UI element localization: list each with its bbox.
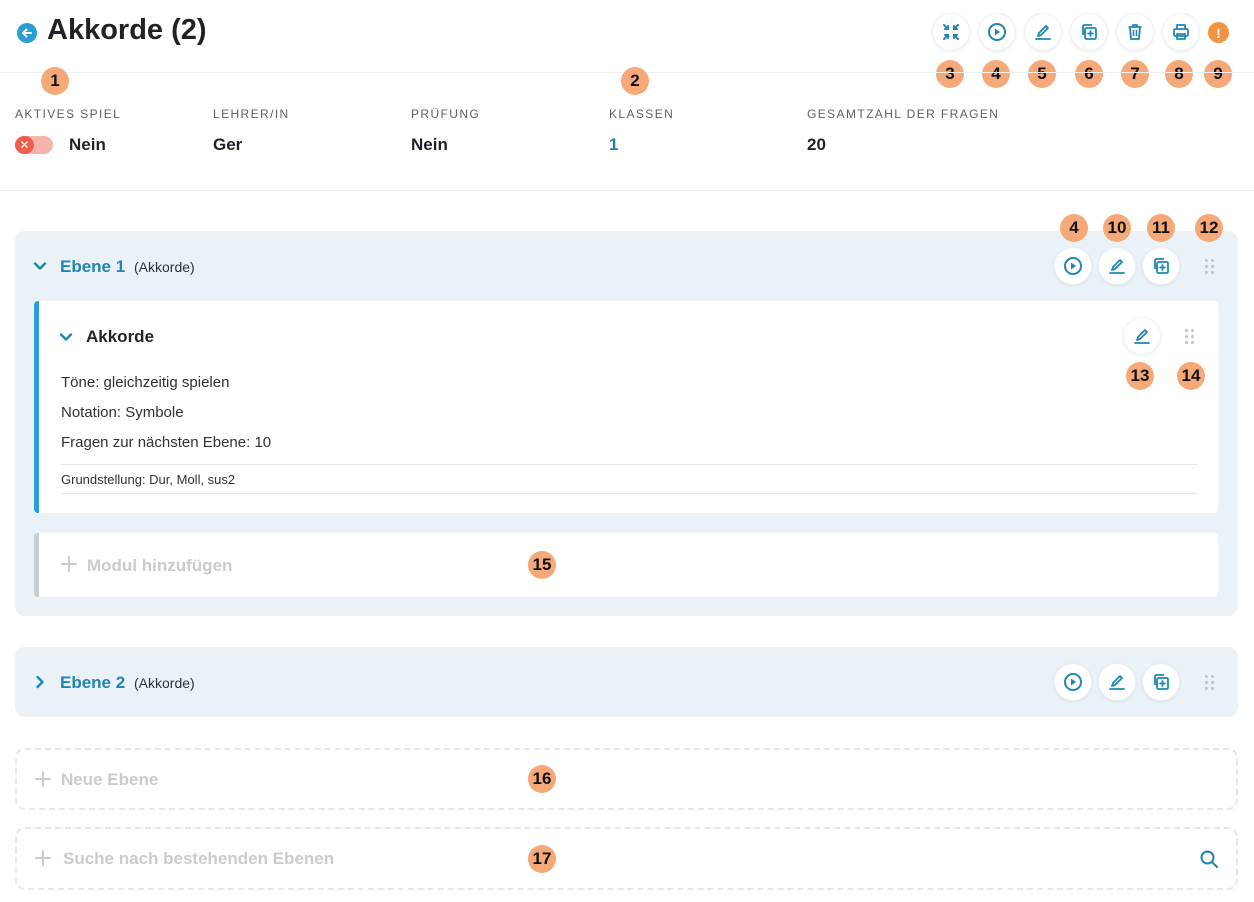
annotation-badge: 4 [982, 60, 1010, 88]
level-duplicate-button[interactable] [1142, 247, 1180, 285]
exam-value: Nein [411, 135, 448, 154]
level-edit-button[interactable] [1098, 247, 1136, 285]
new-level-button[interactable] [15, 748, 1238, 810]
page-title: Akkorde (2) [47, 14, 207, 46]
plus-icon [35, 850, 51, 871]
play-icon [1064, 257, 1082, 275]
chevron-down-icon [33, 262, 47, 270]
duplicate-button[interactable] [1070, 13, 1108, 51]
add-module-label: Modul hinzufügen [87, 556, 233, 575]
drag-handle-icon[interactable] [1205, 259, 1215, 275]
module-detail-line: Fragen zur nächsten Ebene: 10 [61, 434, 272, 451]
annotation-badge: 14 [1177, 362, 1205, 390]
back-button[interactable] [17, 23, 37, 43]
annotation-badge: 4 [1060, 214, 1088, 242]
pencil-icon [1109, 675, 1125, 690]
info-glyph: ! [1216, 24, 1221, 41]
info-icon[interactable]: ! [1208, 22, 1229, 43]
annotation-badge: 13 [1126, 362, 1154, 390]
module-detail-small: Grundstellung: Dur, Moll, sus2 [61, 472, 236, 487]
arrow-left-icon [22, 28, 32, 38]
module-detail-line: Notation: Symbole [61, 404, 184, 421]
search-icon[interactable] [1199, 849, 1219, 874]
chevron-right-icon [36, 675, 44, 689]
meta-divider [0, 190, 1254, 191]
total-questions-value: 20 [807, 135, 826, 154]
level-subtitle: (Akkorde) [134, 259, 195, 275]
level-edit-button[interactable] [1098, 663, 1136, 701]
drag-handle-icon[interactable] [1205, 675, 1215, 691]
total-questions-label: GESAMTZAHL DER FRAGEN [807, 107, 1000, 121]
duplicate-icon [1154, 674, 1169, 690]
printer-icon [1173, 24, 1189, 40]
search-levels-label: Suche nach bestehenden Ebenen [63, 849, 335, 868]
trash-icon [1128, 24, 1142, 40]
annotation-badge: 5 [1028, 60, 1056, 88]
play-icon [1064, 673, 1082, 691]
plus-icon [61, 556, 77, 577]
annotation-badge: 12 [1195, 214, 1223, 242]
duplicate-icon [1154, 258, 1169, 274]
drag-handle-icon[interactable] [1185, 329, 1195, 345]
level-title[interactable]: Ebene 2 [60, 673, 125, 693]
module-toggle[interactable] [58, 329, 74, 350]
collapse-icon [943, 24, 959, 40]
active-game-toggle[interactable]: ✕ [15, 136, 53, 154]
edit-button[interactable] [1024, 13, 1062, 51]
classes-link[interactable]: 1 [609, 135, 618, 155]
classes-label: KLASSEN [609, 107, 675, 121]
duplicate-icon [1082, 24, 1097, 40]
annotation-badge: 9 [1204, 60, 1232, 88]
annotation-badge: 15 [528, 551, 556, 579]
collapse-button[interactable] [932, 13, 970, 51]
teacher-value: Ger [213, 135, 243, 154]
module-separator [61, 464, 1197, 465]
play-button[interactable] [978, 13, 1016, 51]
pencil-icon [1109, 259, 1125, 274]
exam-label: PRÜFUNG [411, 107, 481, 121]
chevron-down-icon [59, 333, 73, 341]
annotation-badge: 17 [528, 845, 556, 873]
pencil-icon [1134, 329, 1150, 344]
module-separator [61, 493, 1197, 494]
plus-icon [35, 771, 51, 792]
annotation-badge: 16 [528, 765, 556, 793]
delete-button[interactable] [1116, 13, 1154, 51]
annotation-badge: 11 [1147, 214, 1175, 242]
module-title: Akkorde [86, 327, 155, 346]
level-play-button[interactable] [1054, 663, 1092, 701]
level-title[interactable]: Ebene 1 [60, 257, 125, 277]
annotation-badge: 8 [1165, 60, 1193, 88]
level-toggle[interactable] [32, 674, 48, 695]
toggle-off-icon: ✕ [15, 136, 34, 154]
level-play-button[interactable] [1054, 247, 1092, 285]
annotation-badge: 2 [621, 67, 649, 95]
pencil-icon [1035, 25, 1051, 40]
annotation-badge: 7 [1121, 60, 1149, 88]
teacher-label: LEHRER/IN [213, 107, 290, 121]
active-game-value: Nein [69, 135, 106, 154]
print-button[interactable] [1162, 13, 1200, 51]
level-duplicate-button[interactable] [1142, 663, 1180, 701]
new-level-label: Neue Ebene [61, 770, 159, 789]
active-game-label: AKTIVES SPIEL [15, 107, 122, 121]
module-detail-line: Töne: gleichzeitig spielen [61, 374, 230, 391]
play-icon [988, 23, 1006, 41]
level-subtitle: (Akkorde) [134, 675, 195, 691]
annotation-badge: 3 [936, 60, 964, 88]
annotation-badge: 1 [41, 67, 69, 95]
module-edit-button[interactable] [1123, 317, 1161, 355]
annotation-badge: 6 [1075, 60, 1103, 88]
level-toggle[interactable] [32, 258, 48, 279]
annotation-badge: 10 [1103, 214, 1131, 242]
